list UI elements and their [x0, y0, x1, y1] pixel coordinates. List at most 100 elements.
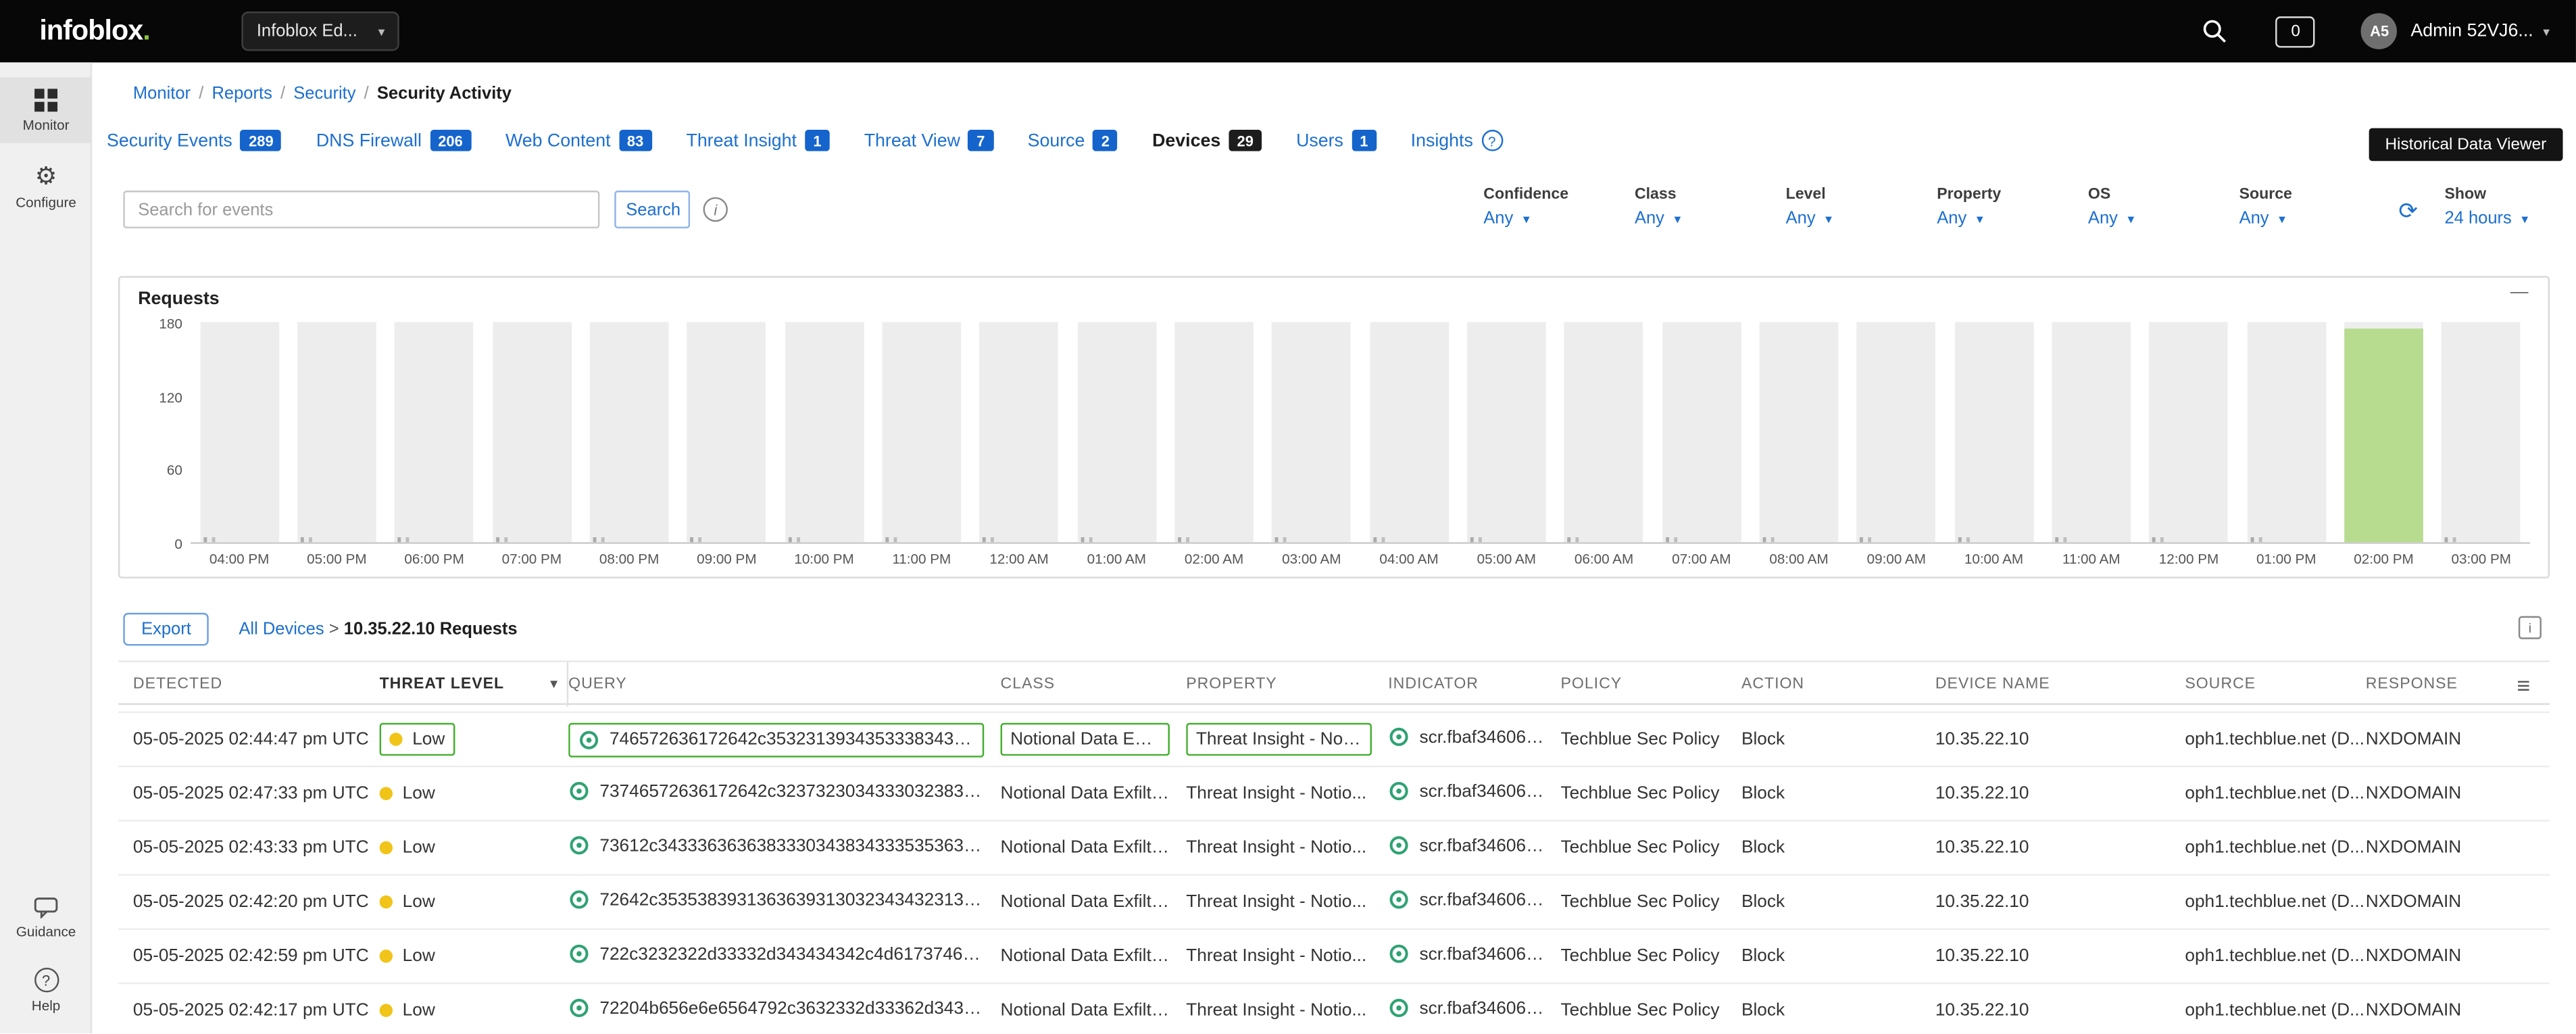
cell-detected: 05-05-2025 02:42:20 pm UTC	[133, 892, 380, 912]
threat-indicator-icon	[578, 729, 600, 750]
column-header-source[interactable]: SOURCE	[2185, 675, 2365, 693]
breadcrumb-separator: /	[280, 84, 285, 103]
cell-text: 746572636172642c3532313934353338343830..…	[610, 729, 974, 749]
cell-indicator: scr.fbaf34606a3c...	[1388, 998, 1560, 1024]
filter-class[interactable]: Class Any▾	[1635, 186, 1786, 228]
table-row[interactable]: 05-05-2025 02:43:33 pm UTCLow73612c34333…	[118, 822, 2550, 876]
device-requests-title: 10.35.22.10 Requests	[344, 620, 518, 639]
filter-os[interactable]: OSAny▾	[2088, 186, 2239, 228]
cell-class: Notional Data Exfiltra...	[1001, 838, 1187, 858]
column-header-policy[interactable]: POLICY	[1561, 675, 1741, 693]
sidebar-item-configure[interactable]: ⚙ Configure	[0, 155, 92, 220]
cell-text: scr.fbaf34606a3c...	[1419, 727, 1544, 747]
cell-text: 73612c34333636363833303438343335353637..…	[599, 835, 984, 855]
tab-label: Source	[1028, 130, 1085, 150]
cell-response: NXDOMAIN	[2366, 784, 2517, 804]
edition-dropdown[interactable]: Infoblox Ed...▾	[242, 11, 399, 51]
column-settings-icon[interactable]: ≡	[2517, 671, 2550, 697]
column-header-action[interactable]: ACTION	[1741, 675, 1935, 693]
notification-counter[interactable]: 0	[2276, 16, 2315, 47]
table-row[interactable]: 05-05-2025 02:44:47 pm UTCLow74657263617…	[118, 713, 2550, 767]
refresh-icon[interactable]: ⟳	[2398, 201, 2418, 220]
cell-device-name: 10.35.22.10	[1935, 946, 2185, 966]
filter-value[interactable]: Any▾	[2239, 209, 2391, 228]
show-filter[interactable]: Show 24 hours▾	[2444, 186, 2575, 228]
table-row[interactable]: 05-05-2025 02:47:33 pm UTCLow73746572636…	[118, 767, 2550, 821]
export-button[interactable]: Export	[123, 613, 209, 646]
all-devices-link[interactable]: All Devices	[239, 620, 324, 639]
chart-hour-band	[1564, 322, 1643, 542]
sidebar-item-monitor[interactable]: Monitor	[0, 77, 92, 143]
filter-value[interactable]: Any▾	[1635, 209, 1786, 228]
low-severity-dot-icon	[389, 733, 402, 745]
cell-content: Low	[380, 945, 435, 965]
tab-dns-firewall[interactable]: DNS Firewall206	[316, 130, 471, 151]
user-menu[interactable]: Admin 52VJ6...▾	[2410, 22, 2550, 41]
table-row[interactable]: 05-05-2025 02:42:59 pm UTCLow722c3232322…	[118, 930, 2550, 984]
sidebar: Monitor ⚙ Configure Guidance ? Help	[0, 62, 92, 1034]
filter-value[interactable]: Any▾	[1483, 209, 1635, 228]
x-axis-label: 06:00 PM	[385, 550, 484, 566]
tab-threat-view[interactable]: Threat View7	[864, 130, 993, 151]
help-icon[interactable]: ?	[1481, 130, 1503, 151]
cell-policy: Techblue Sec Policy	[1561, 892, 1741, 912]
tab-devices[interactable]: Devices29	[1152, 130, 1262, 151]
filter-value[interactable]: 24 hours▾	[2444, 209, 2575, 228]
tab-web-content[interactable]: Web Content83	[505, 130, 651, 151]
tab-threat-insight[interactable]: Threat Insight1	[686, 130, 829, 151]
cell-content: 73746572636172642c32373230343330323830..…	[568, 781, 984, 802]
low-severity-dot-icon	[380, 786, 393, 799]
search-icon[interactable]	[2200, 16, 2230, 46]
filter-source[interactable]: SourceAny▾	[2239, 186, 2391, 228]
tab-source[interactable]: Source2	[1028, 130, 1118, 151]
breadcrumb-link-monitor[interactable]: Monitor	[133, 84, 191, 103]
sidebar-item-help[interactable]: ? Help	[0, 957, 92, 1025]
info-icon[interactable]: i	[703, 197, 728, 222]
filter-value[interactable]: Any▾	[1937, 209, 2088, 228]
filter-property[interactable]: PropertyAny▾	[1937, 186, 2088, 228]
cell-text: Block	[1741, 729, 1785, 749]
filter-label: Class	[1635, 186, 1786, 204]
column-header-property[interactable]: PROPERTY	[1186, 675, 1388, 693]
filter-value[interactable]: Any▾	[1786, 209, 1937, 228]
column-header-device-name[interactable]: DEVICE NAME	[1935, 675, 2185, 693]
chart-hour-band	[590, 322, 669, 542]
panel-title: Requests	[138, 289, 219, 309]
column-header-response[interactable]: RESPONSE	[2366, 675, 2517, 693]
tab-count-badge: 29	[1229, 130, 1262, 151]
column-header-indicator[interactable]: INDICATOR	[1388, 675, 1560, 693]
column-header-query[interactable]: QUERY	[568, 675, 1000, 693]
tab-insights[interactable]: Insights?	[1411, 130, 1503, 151]
sidebar-item-guidance[interactable]: Guidance	[0, 886, 92, 950]
column-header-class[interactable]: CLASS	[1001, 675, 1187, 693]
tab-users[interactable]: Users1	[1296, 130, 1377, 151]
chart-hour-band	[1760, 322, 1839, 542]
collapse-icon[interactable]: —	[2510, 282, 2529, 302]
filter-value-text: Any	[2239, 209, 2269, 228]
cell-text: 05-05-2025 02:42:59 pm UTC	[133, 946, 369, 966]
cell-query: 72642c35353839313636393130323434323136..…	[568, 889, 1000, 915]
avatar[interactable]: A5	[2361, 13, 2397, 49]
chart-hour-band	[1467, 322, 1546, 542]
column-header-detected[interactable]: DETECTED	[133, 675, 380, 693]
table-row[interactable]: 05-05-2025 02:42:17 pm UTCLow72204b656e6…	[118, 984, 2550, 1034]
filter-confidence[interactable]: ConfidenceAny▾	[1483, 186, 1635, 228]
search-button[interactable]: Search	[614, 191, 690, 228]
table-row[interactable]: 05-05-2025 02:42:20 pm UTCLow72642c35353…	[118, 876, 2550, 930]
highlight-box: Low	[380, 723, 455, 756]
table-info-icon[interactable]: i	[2519, 616, 2542, 639]
historical-data-viewer-button[interactable]: Historical Data Viewer	[2369, 128, 2562, 162]
chart-hour-band	[785, 322, 864, 542]
cell-action: Block	[1741, 946, 1935, 966]
chart-bar[interactable]	[2344, 328, 2423, 543]
filter-row: Search i ConfidenceAny▾ClassAny▾LevelAny…	[92, 186, 2576, 232]
chart-y-labels: 180120600	[120, 324, 182, 544]
column-header-threat-level[interactable]: THREAT LEVEL▾	[380, 662, 569, 707]
cell-text: Techblue Sec Policy	[1561, 946, 1720, 966]
breadcrumb-link-reports[interactable]: Reports	[212, 84, 272, 103]
tab-security-events[interactable]: Security Events289	[107, 130, 282, 151]
breadcrumb-link-security[interactable]: Security	[293, 84, 355, 103]
filter-value[interactable]: Any▾	[2088, 209, 2239, 228]
search-input[interactable]	[123, 191, 599, 228]
filter-level[interactable]: LevelAny▾	[1786, 186, 1937, 228]
